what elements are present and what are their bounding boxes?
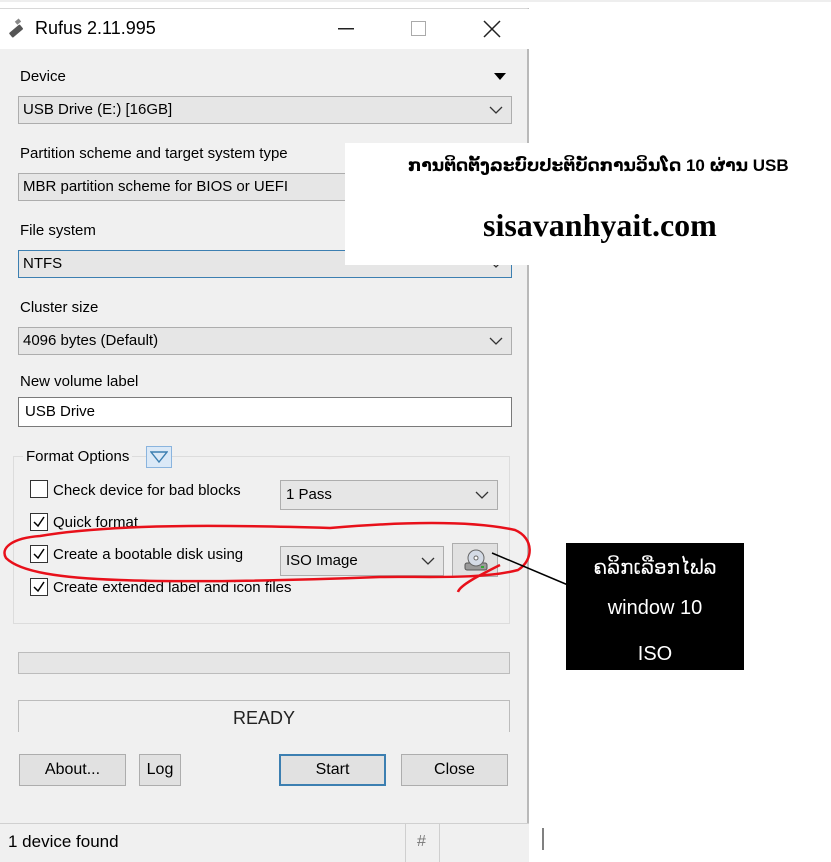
callout-pointer-line [491, 552, 569, 586]
red-highlight-tail [456, 563, 501, 593]
instruction-callout: ຄລິກເລືອກໄຟລ window 10 ISO [566, 543, 744, 670]
annotation-layer [0, 0, 831, 850]
callout-line-2: window 10 [607, 597, 703, 619]
red-highlight-ellipse [3, 521, 531, 583]
callout-line-1: ຄລິກເລືອກໄຟລ [593, 557, 717, 579]
callout-line-3: ISO [637, 643, 673, 665]
